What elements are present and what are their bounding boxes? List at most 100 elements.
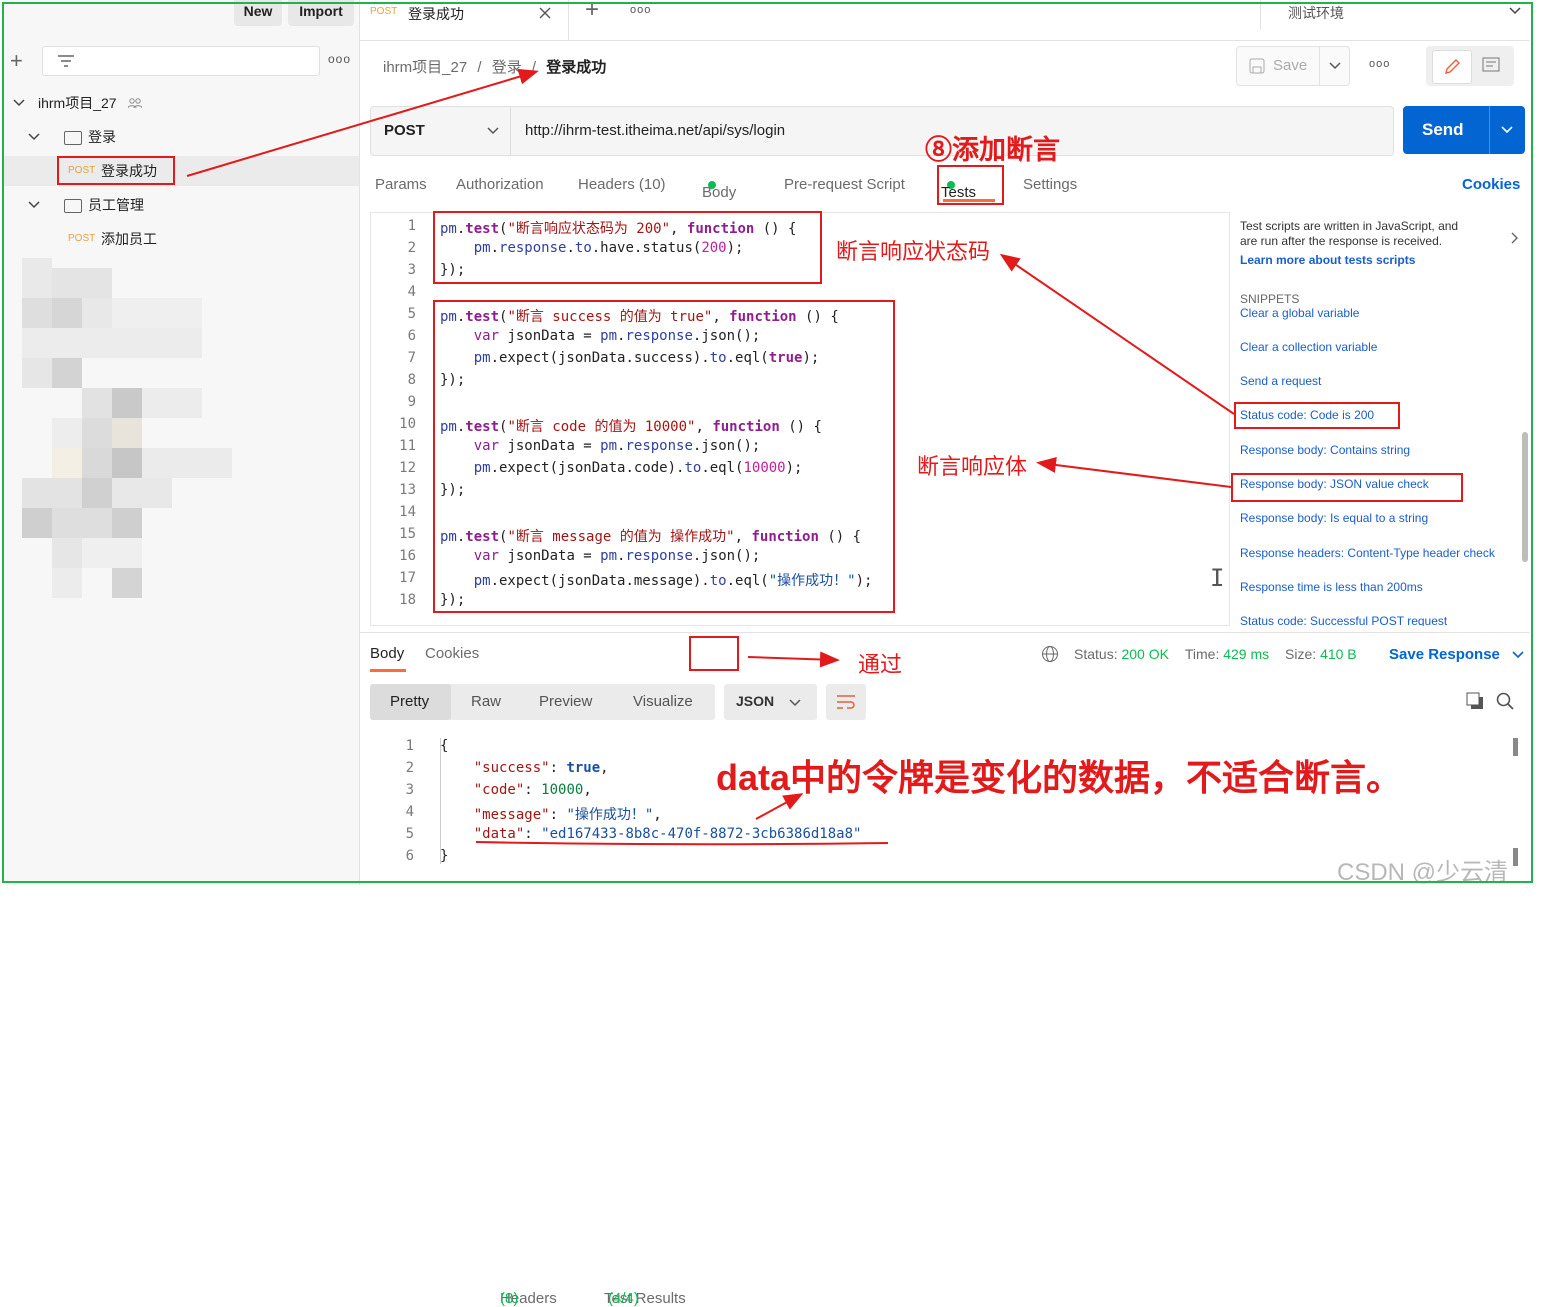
line-number: 6 bbox=[405, 848, 414, 864]
team-icon bbox=[128, 98, 142, 108]
chevron-down-icon bbox=[28, 133, 40, 141]
chevron-down-icon bbox=[789, 699, 801, 707]
breadcrumb: ihrm项目_27 / 登录 / 登录成功 bbox=[383, 56, 606, 77]
json-line: { bbox=[440, 738, 449, 754]
snippet-item[interactable]: Status code: Successful POST request bbox=[1240, 614, 1447, 626]
fold-guide bbox=[440, 738, 449, 864]
snippet-item[interactable]: Clear a collection variable bbox=[1240, 340, 1377, 354]
line-number: 15 bbox=[399, 526, 416, 542]
copy-icon[interactable] bbox=[1466, 692, 1484, 710]
tab-prerequest[interactable]: Pre-request Script bbox=[784, 176, 905, 193]
time-label: Time: bbox=[1184, 646, 1220, 662]
new-button[interactable]: New bbox=[234, 0, 282, 26]
snippet-item[interactable]: Send a request bbox=[1240, 374, 1321, 388]
cookies-link[interactable]: Cookies bbox=[1462, 176, 1520, 193]
request-name: 添加员工 bbox=[101, 231, 157, 247]
tab-params[interactable]: Params bbox=[375, 176, 427, 193]
chevron-right-icon[interactable] bbox=[1511, 232, 1519, 244]
learn-more-link[interactable]: Learn more about tests scripts bbox=[1240, 253, 1415, 267]
snippet-item[interactable]: Response body: Contains string bbox=[1240, 443, 1410, 457]
tab-login-success[interactable]: POST 登录成功 bbox=[360, 0, 569, 40]
visualize-button[interactable]: Visualize bbox=[633, 693, 693, 710]
snippet-item[interactable]: Response headers: Content-Type header ch… bbox=[1240, 546, 1495, 560]
line-number: 1 bbox=[407, 218, 416, 234]
more-actions-icon[interactable]: ooo bbox=[1369, 58, 1390, 70]
tab-response-body[interactable]: Body bbox=[370, 645, 404, 662]
format-select[interactable]: JSON bbox=[724, 684, 817, 720]
breadcrumb-request: 登录成功 bbox=[546, 59, 607, 76]
line-number: 14 bbox=[399, 504, 416, 520]
send-label: Send bbox=[1422, 120, 1464, 139]
snippet-item[interactable]: Clear a global variable bbox=[1240, 306, 1359, 320]
method-select[interactable]: POST bbox=[371, 107, 511, 155]
folder-name: 员工管理 bbox=[88, 197, 144, 213]
wrap-lines-icon bbox=[837, 695, 855, 709]
line-number: 17 bbox=[399, 570, 416, 586]
time-value[interactable]: 429 ms bbox=[1223, 646, 1269, 662]
comment-icon[interactable] bbox=[1482, 57, 1500, 75]
import-button[interactable]: Import bbox=[288, 0, 354, 26]
line-number: 1 bbox=[405, 738, 414, 754]
chevron-down-icon[interactable] bbox=[1329, 62, 1341, 70]
redacted-mosaic bbox=[4, 258, 244, 608]
globe-icon[interactable] bbox=[1041, 645, 1059, 663]
status-assert-box bbox=[433, 211, 822, 284]
tab-body[interactable]: Body bbox=[702, 176, 736, 201]
breadcrumb-collection[interactable]: ihrm项目_27 bbox=[383, 59, 467, 76]
test-count-highlight bbox=[689, 636, 739, 671]
save-button[interactable]: Save bbox=[1237, 47, 1320, 85]
filter-input[interactable] bbox=[42, 46, 320, 76]
chevron-down-icon bbox=[28, 201, 40, 209]
save-response-button[interactable]: Save Response bbox=[1389, 646, 1524, 663]
status-label: Status: bbox=[1074, 646, 1118, 662]
line-number: 6 bbox=[407, 328, 416, 344]
send-button[interactable]: Send bbox=[1403, 106, 1525, 154]
wrap-button[interactable] bbox=[826, 684, 866, 720]
tab-headers[interactable]: Headers (10) bbox=[578, 176, 666, 193]
chevron-down-icon[interactable] bbox=[1501, 126, 1513, 134]
snippet-highlight-json bbox=[1231, 473, 1463, 502]
pretty-button[interactable]: Pretty bbox=[390, 693, 429, 710]
save-response-label: Save Response bbox=[1389, 646, 1500, 663]
view-toggle bbox=[1426, 46, 1514, 86]
tab-authorization[interactable]: Authorization bbox=[456, 176, 544, 193]
line-number: 3 bbox=[407, 262, 416, 278]
environment-selector[interactable]: 测试环境 bbox=[1260, 0, 1531, 30]
active-tab-underline bbox=[370, 669, 406, 672]
json-line: "data": "ed167433-8b8c-470f-8872-3cb6386… bbox=[473, 826, 862, 842]
tab-response-cookies[interactable]: Cookies bbox=[425, 645, 479, 662]
snippet-item[interactable]: Response time is less than 200ms bbox=[1240, 580, 1423, 594]
size-value[interactable]: 410 B bbox=[1320, 646, 1357, 662]
request-row-add-employee[interactable]: POST 添加员工 bbox=[4, 224, 359, 254]
url-input[interactable]: http://ihrm-test.itheima.net/api/sys/log… bbox=[525, 107, 785, 155]
breadcrumb-folder[interactable]: 登录 bbox=[492, 59, 522, 76]
line-number: 5 bbox=[407, 306, 416, 322]
response-meta: Status: 200 OK Time: 429 ms Size: 410 B bbox=[1074, 646, 1357, 662]
snippet-item[interactable]: Response body: Is equal to a string bbox=[1240, 511, 1428, 525]
json-line: "success": true, bbox=[473, 760, 609, 776]
close-icon[interactable] bbox=[538, 6, 552, 20]
preview-button[interactable]: Preview bbox=[539, 693, 592, 710]
new-tab-plus-icon[interactable]: + bbox=[585, 0, 599, 24]
line-number: 7 bbox=[407, 350, 416, 366]
more-icon[interactable]: ooo bbox=[328, 52, 351, 66]
folder-row-employee[interactable]: 员工管理 bbox=[4, 190, 359, 220]
folder-icon bbox=[64, 131, 82, 145]
method-badge: POST bbox=[370, 6, 398, 17]
search-icon[interactable] bbox=[1496, 692, 1514, 710]
more-tabs-icon[interactable]: ooo bbox=[630, 4, 651, 16]
info-line: Test scripts are written in JavaScript, … bbox=[1240, 219, 1459, 233]
annotation-assert-body: 断言响应体 bbox=[917, 454, 1028, 479]
folder-row-login[interactable]: 登录 bbox=[4, 122, 359, 152]
tab-settings[interactable]: Settings bbox=[1023, 176, 1077, 193]
scrollbar-thumb[interactable] bbox=[1522, 432, 1528, 562]
edit-mode-button[interactable] bbox=[1432, 50, 1472, 84]
tab-bar: POST 登录成功 + ooo 测试环境 bbox=[360, 0, 1530, 41]
save-button-group: Save bbox=[1236, 46, 1350, 86]
plus-icon[interactable]: + bbox=[10, 48, 23, 74]
collection-row[interactable]: ihrm项目_27 bbox=[4, 88, 359, 118]
status-value[interactable]: 200 OK bbox=[1121, 646, 1168, 662]
line-number: 18 bbox=[399, 592, 416, 608]
raw-button[interactable]: Raw bbox=[471, 693, 501, 710]
snippets-heading: SNIPPETS bbox=[1240, 292, 1300, 306]
